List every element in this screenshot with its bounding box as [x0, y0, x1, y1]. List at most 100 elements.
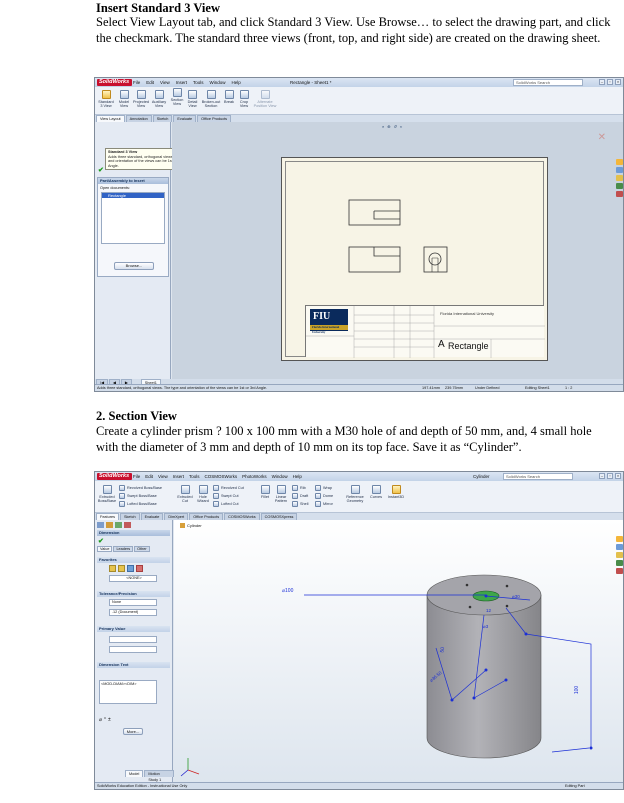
list-item-rectangle[interactable]: Rectangle	[102, 193, 164, 198]
primary-value-input[interactable]	[109, 636, 157, 643]
resources-icon-2[interactable]	[616, 536, 623, 542]
feature-tree-icon[interactable]	[97, 522, 104, 528]
update-favorite-icon[interactable]	[127, 565, 134, 572]
drawing-sheet[interactable]: FIU Florida International University Flor…	[281, 157, 548, 361]
tab-sketch-2[interactable]: Sketch	[119, 513, 140, 520]
more-symbols-button[interactable]: More...	[123, 728, 143, 735]
tab-view-layout[interactable]: View Layout	[96, 115, 125, 122]
break-button[interactable]: Break	[223, 90, 235, 104]
tab-office-products-2[interactable]: Office Products	[189, 513, 224, 520]
close-icon[interactable]: ×	[615, 79, 621, 85]
design-library-icon-2[interactable]	[616, 544, 623, 550]
view-palette-icon-2[interactable]	[616, 560, 623, 566]
search-input[interactable]: SolidWorks Search	[513, 79, 583, 86]
file-explorer-icon-2[interactable]	[616, 552, 623, 558]
restore-icon[interactable]: ▫	[607, 473, 613, 479]
hole-wizard-button[interactable]: Hole Wizard	[195, 485, 211, 503]
dim-label-diam30[interactable]: ⌀30	[512, 594, 520, 600]
wrap-button[interactable]: Wrap	[315, 485, 332, 491]
linear-pattern-button[interactable]: Linear Pattern	[273, 485, 289, 503]
instant3d-button[interactable]: Instant3D	[387, 485, 405, 499]
apply-favorite-icon[interactable]	[109, 565, 116, 572]
dim-label-100[interactable]: 100	[574, 686, 580, 694]
property-manager-icon[interactable]	[106, 522, 113, 528]
menu-tools[interactable]: Tools	[193, 79, 204, 86]
dome-button[interactable]: Dome	[315, 493, 333, 499]
model-view-button[interactable]: Model View	[117, 90, 131, 108]
curves-button[interactable]: Curves	[369, 485, 383, 499]
rib-button[interactable]: Rib	[292, 485, 306, 491]
file-explorer-icon[interactable]	[616, 175, 623, 181]
menu-tools-2[interactable]: Tools	[189, 473, 200, 480]
tab-cosmosxpress[interactable]: COSMOSXpress	[260, 513, 298, 520]
resources-icon[interactable]	[616, 159, 623, 165]
tolerance-type-select[interactable]: None	[109, 599, 157, 606]
menu-edit[interactable]: Edit	[146, 79, 154, 86]
mirror-button[interactable]: Mirror	[315, 501, 333, 507]
tab-evaluate-2[interactable]: Evaluate	[140, 513, 164, 520]
lofted-cut-button[interactable]: Lofted Cut	[213, 501, 239, 507]
menu-insert-2[interactable]: Insert	[173, 473, 184, 480]
tab-office-products[interactable]: Office Products	[197, 115, 232, 122]
zoom-fit-icon[interactable]: ⌕	[382, 124, 384, 129]
dim-label-diam100[interactable]: ⌀100	[282, 588, 293, 594]
delete-favorite-icon[interactable]	[136, 565, 143, 572]
dim-label-50[interactable]: 50	[439, 647, 446, 654]
ok-check-icon[interactable]: ✔	[98, 537, 104, 545]
tab-model[interactable]: Model	[125, 770, 144, 777]
tab-evaluate[interactable]: Evaluate	[173, 115, 197, 122]
fillet-button[interactable]: Fillet	[259, 485, 271, 499]
menu-insert[interactable]: Insert	[176, 79, 187, 86]
restore-icon[interactable]: ▫	[607, 79, 613, 85]
dim-label-diam3[interactable]: ⌀3	[483, 624, 488, 630]
reference-geometry-button[interactable]: Reference Geometry	[343, 485, 367, 503]
menu-file[interactable]: File	[133, 79, 140, 86]
menu-photoworks[interactable]: PhotoWorks	[242, 473, 266, 480]
tab-dimxpert[interactable]: DimXpert	[164, 513, 189, 520]
menu-view-2[interactable]: View	[158, 473, 168, 480]
section-view-button[interactable]: Section View	[170, 88, 184, 106]
menu-help[interactable]: Help	[232, 79, 241, 86]
graphics-area[interactable]: Cylinder ⌀100 100 50 ⌀30 12 ⌀3 ⌀36.50	[174, 520, 623, 784]
tab-motion-study[interactable]: Motion Study 1	[144, 770, 174, 782]
menu-window-2[interactable]: Window	[272, 473, 288, 480]
dimxpert-manager-icon[interactable]	[124, 522, 131, 528]
tab-value[interactable]: Value	[97, 546, 113, 552]
swept-cut-button[interactable]: Swept Cut	[213, 493, 239, 499]
cancel-x-icon[interactable]: ✕	[598, 132, 606, 143]
extruded-boss-button[interactable]: Extruded Boss/Base	[97, 485, 117, 503]
tab-annotation[interactable]: Annotation	[125, 115, 152, 122]
view-palette-icon[interactable]	[616, 183, 623, 189]
confirm-check-icon[interactable]: ✔	[98, 166, 104, 174]
close-icon[interactable]: ×	[615, 473, 621, 479]
config-manager-icon[interactable]	[115, 522, 122, 528]
minimize-icon[interactable]: –	[599, 473, 605, 479]
revolved-cut-button[interactable]: Revolved Cut	[213, 485, 244, 491]
appearances-icon-2[interactable]	[616, 568, 623, 574]
design-library-icon[interactable]	[616, 167, 623, 173]
tab-sketch[interactable]: Sketch	[152, 115, 173, 122]
zoom-area-icon[interactable]: ⊕	[387, 124, 390, 129]
lofted-boss-button[interactable]: Lofted Boss/Base	[119, 501, 157, 507]
drawing-area[interactable]: ⌕ ⊕ ↺ ◐ FIU Florida International Univer…	[172, 122, 623, 379]
detail-view-button[interactable]: Detail View	[186, 90, 199, 108]
add-favorite-icon[interactable]	[118, 565, 125, 572]
menu-window[interactable]: Window	[210, 79, 226, 86]
tab-other[interactable]: Other	[134, 546, 150, 552]
search-input-2[interactable]: SolidWorks Search	[503, 473, 573, 480]
appearances-icon[interactable]	[616, 191, 623, 197]
favorites-select[interactable]: <NONE>	[109, 575, 157, 582]
swept-boss-button[interactable]: Swept Boss/Base	[119, 493, 157, 499]
projected-view-button[interactable]: Projected View	[133, 90, 149, 108]
auxiliary-view-button[interactable]: Auxiliary View	[151, 90, 167, 108]
plus-minus-icon[interactable]: ±	[108, 717, 111, 723]
menu-cosmosworks[interactable]: COSMOSWorks	[205, 473, 238, 480]
menu-edit-2[interactable]: Edit	[145, 473, 153, 480]
menu-file-2[interactable]: File	[133, 473, 140, 480]
diameter-symbol-icon[interactable]: ⌀	[99, 717, 102, 723]
menu-view[interactable]: View	[160, 79, 170, 86]
previous-view-icon[interactable]: ↺	[394, 124, 397, 129]
dimension-text-box[interactable]: <MOD-DIAM><DIM>	[99, 680, 157, 704]
browse-button[interactable]: Browse...	[114, 262, 154, 270]
minimize-icon[interactable]: –	[599, 79, 605, 85]
